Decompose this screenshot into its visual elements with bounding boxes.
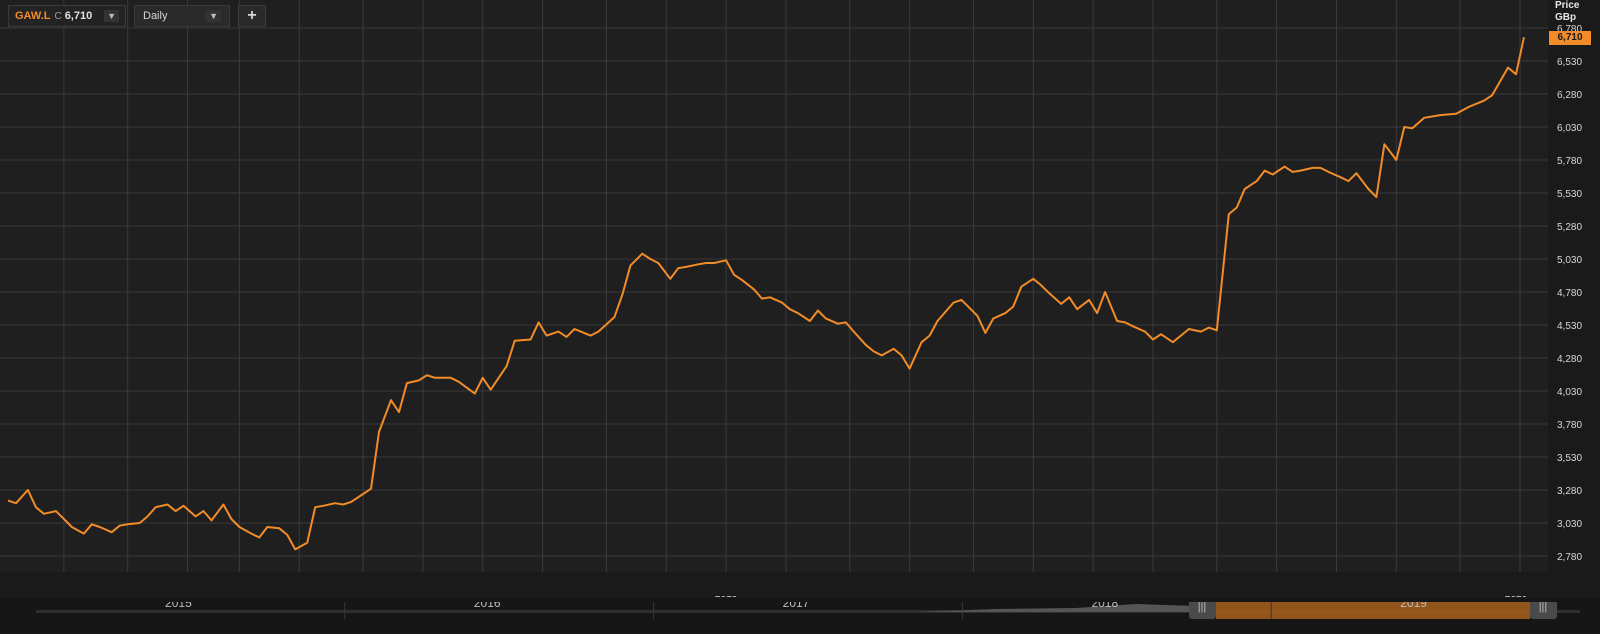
dropdown-arrow-icon[interactable]: ▼ — [206, 10, 221, 22]
plot-area — [0, 0, 1548, 572]
ticker-symbol: GAW.L — [15, 10, 51, 22]
interval-selector[interactable]: Daily ▼ — [134, 5, 230, 27]
ticker-selector[interactable]: GAW.L C 6,710 ▼ — [8, 5, 126, 27]
last-value: 6,710 — [64, 10, 93, 22]
grip-icon: ||| — [1198, 602, 1207, 613]
time-axis-band — [0, 572, 1548, 596]
y-tick-label: 4,780 — [1557, 288, 1582, 299]
y-tick-label: 4,280 — [1557, 354, 1582, 365]
y-tick-label: 5,530 — [1557, 189, 1582, 200]
y-tick-label: 5,280 — [1557, 222, 1582, 233]
y-tick-label: 6,280 — [1557, 90, 1582, 101]
add-series-button[interactable]: + — [238, 5, 266, 27]
chart-toolbar: GAW.L C 6,710 ▼ Daily ▼ + — [8, 5, 266, 27]
navigator-year-label[interactable]: 2017 — [783, 602, 810, 610]
interval-label: Daily — [143, 10, 168, 22]
y-tick-label: 3,280 — [1557, 486, 1582, 497]
price-axis-unit: GBp — [1555, 12, 1577, 23]
navigator-year-label[interactable]: 2015 — [165, 602, 192, 610]
last-price-tag: 6,710 — [1549, 31, 1591, 45]
y-tick-label: 6,530 — [1557, 57, 1582, 68]
y-tick-label: 3,030 — [1557, 519, 1582, 530]
y-tick-label: 5,780 — [1557, 156, 1582, 167]
navigator-year-label[interactable]: 2019 — [1400, 602, 1427, 610]
price-chart[interactable]: 2,780 3,030 3,280 3,530 3,780 4,030 4,280 4,530… — [0, 0, 1600, 634]
y-tick-label: 3,530 — [1557, 453, 1582, 464]
y-tick-label: 5,030 — [1557, 255, 1582, 266]
y-tick-label: 3,780 — [1557, 420, 1582, 431]
navigator-year-label[interactable]: 2016 — [474, 602, 501, 610]
time-navigator[interactable]: ||| ||| 2015 2016 2017 2018 2019 — [36, 602, 1580, 630]
y-tick-label: 2,780 — [1557, 552, 1582, 563]
price-axis-ticks: 2,780 3,030 3,280 3,530 3,780 4,030 4,280 4,530… — [1557, 24, 1582, 563]
y-tick-label: 4,530 — [1557, 321, 1582, 332]
price-axis-title: Price — [1555, 0, 1580, 11]
grip-icon: ||| — [1539, 602, 1548, 613]
y-tick-label: 6,030 — [1557, 123, 1582, 134]
price-axis-header: Price GBp — [1555, 0, 1579, 24]
dropdown-arrow-icon[interactable]: ▼ — [104, 10, 119, 22]
navigator-year-label[interactable]: 2018 — [1091, 602, 1118, 610]
navigator-selected-range[interactable] — [1216, 602, 1530, 619]
navigator-history-shape — [916, 604, 1216, 612]
close-marker: C — [54, 10, 62, 22]
y-tick-label: 4,030 — [1557, 387, 1582, 398]
